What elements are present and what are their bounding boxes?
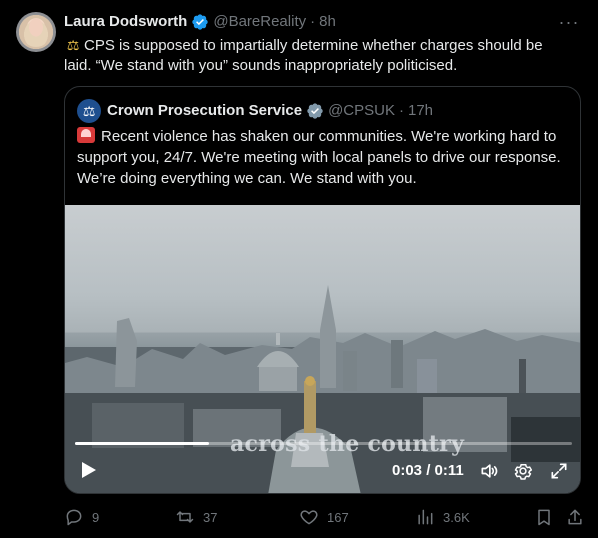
- quoted-author-handle[interactable]: @CPSUK: [328, 101, 395, 121]
- verified-badge-icon: [191, 13, 209, 31]
- tweet-time[interactable]: 8h: [319, 12, 336, 32]
- siren-icon: [77, 127, 95, 143]
- verified-badge-icon: [306, 102, 324, 120]
- cps-avatar-icon[interactable]: ⚖: [77, 99, 101, 123]
- settings-gear-icon[interactable]: [513, 461, 533, 481]
- more-options-icon[interactable]: ···: [558, 12, 580, 32]
- reply-count: 9: [92, 509, 100, 525]
- city-skyline-image: [65, 285, 580, 493]
- tweet-text: ⚖ CPS is supposed to impartially determin…: [64, 35, 574, 76]
- video-player[interactable]: across the country 0:03 / 0:11: [65, 205, 580, 493]
- bookmark-icon: [538, 509, 550, 526]
- author-handle[interactable]: @BareReality: [213, 12, 306, 32]
- like-count: 167: [327, 509, 349, 525]
- author-avatar[interactable]: [16, 12, 56, 52]
- views-chart-icon: [418, 509, 433, 525]
- volume-icon[interactable]: [479, 461, 499, 481]
- video-progress-fill: [75, 442, 210, 445]
- reply-button[interactable]: 9: [64, 500, 99, 534]
- quoted-tweet-body: Recent violence has shaken our communiti…: [77, 128, 561, 187]
- reply-icon: [66, 509, 82, 526]
- tweet-body: CPS is supposed to impartially determine…: [64, 37, 543, 74]
- view-count: 3.6K: [443, 509, 470, 525]
- quoted-author-name[interactable]: Crown Prosecution Service: [107, 101, 302, 121]
- views-button[interactable]: 3.6K: [415, 500, 470, 534]
- repost-count: 37: [203, 509, 218, 525]
- balance-scale-icon: ⚖: [66, 37, 80, 53]
- author-name[interactable]: Laura Dodsworth: [64, 12, 187, 32]
- separator-dot: ·: [310, 13, 316, 30]
- tweet-actions: 9 37 167 3.6K: [64, 500, 582, 534]
- tweet-header: Laura Dodsworth @BareReality · 8h ···: [64, 12, 580, 32]
- share-button[interactable]: [565, 500, 593, 534]
- share-icon: [568, 509, 582, 525]
- quoted-tweet-text: Recent violence has shaken our communiti…: [77, 126, 572, 189]
- video-progress-bar[interactable]: [75, 442, 572, 445]
- tweet: Laura Dodsworth @BareReality · 8h ··· ⚖ C…: [0, 0, 598, 538]
- separator-dot: ·: [398, 102, 404, 119]
- like-button[interactable]: 167: [299, 500, 349, 534]
- heart-icon: [300, 510, 318, 525]
- play-icon[interactable]: [81, 461, 97, 479]
- quoted-tweet-time[interactable]: 17h: [408, 101, 433, 121]
- quoted-tweet-header: ⚖ Crown Prosecution Service @CPSUK · 17h: [77, 99, 433, 123]
- repost-button[interactable]: 37: [175, 500, 217, 534]
- bookmark-button[interactable]: [534, 500, 562, 534]
- quoted-tweet-card[interactable]: ⚖ Crown Prosecution Service @CPSUK · 17h…: [64, 86, 581, 494]
- video-time: 0:03 / 0:11: [392, 462, 464, 479]
- repost-icon: [176, 511, 194, 523]
- fullscreen-icon[interactable]: [549, 461, 569, 481]
